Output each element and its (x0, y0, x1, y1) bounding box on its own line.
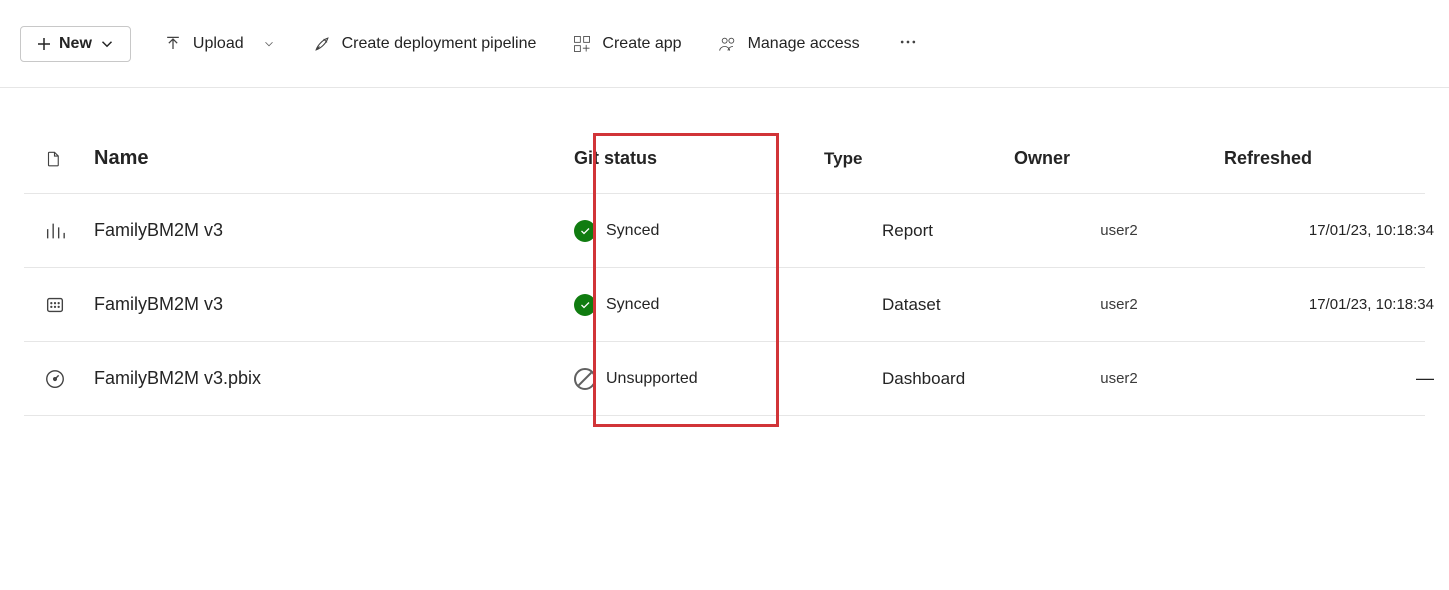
chevron-down-icon (98, 35, 116, 53)
git-status-cell: Synced (574, 220, 824, 242)
ellipsis-icon (898, 32, 918, 52)
item-refreshed: 17/01/23, 10:18:34 (1224, 296, 1434, 313)
git-status-cell: Unsupported (574, 368, 824, 390)
item-name: FamilyBM2M v3 (94, 294, 574, 315)
create-app-button[interactable]: Create app (568, 28, 685, 60)
workspace-table: Name Git status Type Owner Refreshed Fam… (24, 124, 1425, 416)
manage-access-button[interactable]: Manage access (714, 28, 864, 60)
dashboard-icon (24, 368, 94, 390)
item-owner: user2 (1014, 222, 1224, 239)
upload-icon (163, 34, 183, 54)
file-header-icon (24, 148, 94, 170)
synced-icon (574, 294, 596, 316)
item-type: Dashboard (824, 369, 1014, 389)
item-refreshed: — (1224, 368, 1434, 389)
plus-icon (35, 35, 53, 53)
table-header-row: Name Git status Type Owner Refreshed (24, 124, 1425, 194)
report-icon (24, 220, 94, 242)
table-row[interactable]: FamilyBM2M v3.pbix Unsupported Dashboard… (24, 342, 1425, 416)
item-type: Dataset (824, 295, 1014, 315)
more-button[interactable] (892, 26, 924, 61)
column-type-header[interactable]: Type (824, 149, 1014, 169)
item-type: Report (824, 221, 1014, 241)
item-refreshed: 17/01/23, 10:18:34 (1224, 222, 1434, 239)
unsupported-icon (574, 368, 596, 390)
git-status-label: Synced (606, 296, 659, 314)
item-owner: user2 (1014, 296, 1224, 313)
table-row[interactable]: FamilyBM2M v3 Synced Report user2 17/01/… (24, 194, 1425, 268)
create-app-label: Create app (602, 35, 681, 53)
item-owner: user2 (1014, 370, 1224, 387)
manage-access-label: Manage access (748, 35, 860, 53)
create-pipeline-button[interactable]: Create deployment pipeline (308, 28, 541, 60)
git-status-label: Synced (606, 222, 659, 240)
new-button[interactable]: New (20, 26, 131, 62)
column-gitstatus-header[interactable]: Git status (574, 148, 824, 169)
column-name-header[interactable]: Name (94, 147, 574, 170)
create-pipeline-label: Create deployment pipeline (342, 35, 537, 53)
dataset-icon (24, 294, 94, 316)
upload-label: Upload (193, 35, 244, 53)
app-icon (572, 34, 592, 54)
git-status-label: Unsupported (606, 370, 698, 388)
people-icon (718, 34, 738, 54)
new-button-label: New (59, 35, 92, 53)
chevron-down-icon (262, 37, 276, 51)
column-refreshed-header[interactable]: Refreshed (1224, 148, 1434, 169)
toolbar: New Upload Create deployment pipeline Cr… (0, 0, 1449, 88)
item-name: FamilyBM2M v3.pbix (94, 368, 574, 389)
rocket-icon (312, 34, 332, 54)
table-row[interactable]: FamilyBM2M v3 Synced Dataset user2 17/01… (24, 268, 1425, 342)
git-status-cell: Synced (574, 294, 824, 316)
item-name: FamilyBM2M v3 (94, 220, 574, 241)
upload-button[interactable]: Upload (159, 28, 280, 60)
synced-icon (574, 220, 596, 242)
column-owner-header[interactable]: Owner (1014, 148, 1224, 169)
